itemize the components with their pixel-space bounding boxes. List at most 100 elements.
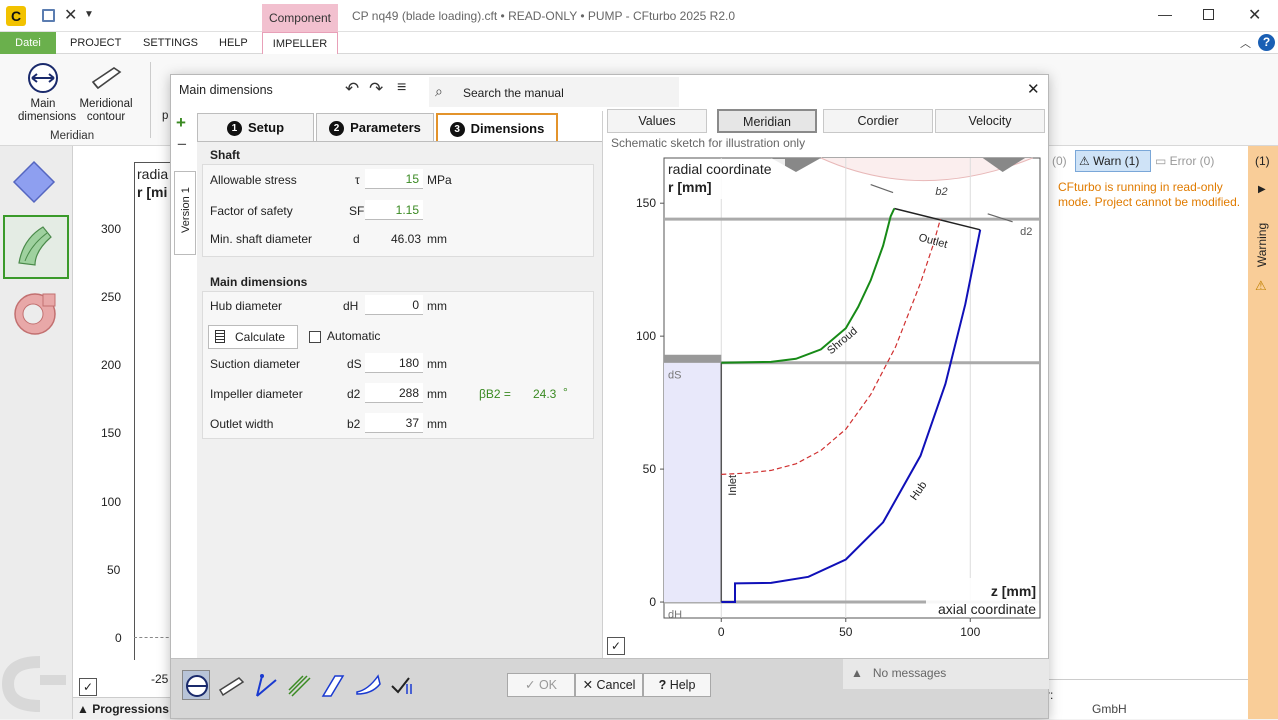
outlet-width-unit: mm [427,417,447,431]
bg-tick-50: 50 [107,563,121,577]
main-dimensions-button[interactable]: Main dimensions [10,62,76,124]
main-dimensions-tool[interactable] [182,670,210,700]
impeller-diameter-input[interactable]: 288 [365,383,423,403]
messages-label: No messages [872,666,947,680]
error-filter-label: Error (0) [1169,154,1215,168]
view-tab-meridian[interactable]: Meridian [717,109,817,133]
hub-diameter-unit: mm [427,299,447,313]
meridian-chart: b2d2OutletShroudHubInletdSdHradial coord… [636,157,1041,639]
volute-component-icon[interactable] [11,290,59,338]
undo-icon[interactable]: ↶ [345,79,359,99]
panel-splitter[interactable] [602,111,603,658]
model-finalization-tool[interactable] [389,670,417,700]
remove-version-icon[interactable]: − [177,135,187,155]
suction-diameter-symbol: dS [347,357,362,371]
view-tab-velocity[interactable]: Velocity [935,109,1045,133]
label-ds: dS [668,370,681,382]
cancel-button[interactable]: ✕ Cancel [575,673,643,697]
automatic-checkbox[interactable] [309,331,321,343]
beta-b2-label: βB2 = [479,387,511,401]
shaft-heading: Shaft [210,148,240,162]
context-tab-component[interactable]: Component [262,4,338,32]
inducer-component-icon[interactable] [12,160,56,204]
help-icon[interactable]: ? [1258,34,1275,51]
messages-strip[interactable]: ▲ No messages [843,659,1049,689]
close-file-icon[interactable]: ✕ [64,5,77,25]
meridional-contour-button[interactable]: Meridional contour [76,62,136,124]
factor-of-safety-input[interactable]: 1.15 [365,200,423,220]
help-button[interactable]: ? Help [643,673,711,697]
blade-properties-tool-icon [256,674,277,697]
blade-properties-tool[interactable] [252,670,280,700]
ok-button[interactable]: ✓ OK [507,673,575,697]
label-d2: d2 [1020,226,1032,238]
info-box-company: GmbH [1092,702,1127,716]
outlet-width-input[interactable]: 37 [365,413,423,433]
model-finalization-tool-icon [391,677,412,694]
app-logo-icon[interactable]: C [6,6,26,26]
menu-datei[interactable]: Datei [0,32,56,54]
maximize-icon[interactable] [1203,9,1214,20]
bg-tick-150: 150 [101,426,122,440]
chart-options-checkbox[interactable]: ✓ [607,637,625,655]
dialog-close-icon[interactable]: ✕ [1027,80,1040,98]
blade-edges-tool[interactable] [354,670,382,700]
expand-arrow-icon[interactable]: ▶ [1258,184,1266,195]
menu-project[interactable]: PROJECT [58,32,133,54]
calculate-label: Calculate [235,330,286,344]
view-tab-cordier[interactable]: Cordier [823,109,933,133]
warning-side-label: Warning [1255,222,1270,268]
dropdown-icon[interactable]: ▼ [84,9,94,20]
collapse-ribbon-icon[interactable]: ︿ [1240,35,1251,51]
bg-tick-0: 0 [115,631,122,645]
form-panel: Shaft Allowable stress τ 15 MPa Factor o… [197,142,602,658]
version-tab[interactable]: Version 1 [174,171,196,255]
progressions-tab[interactable]: ▲ Progressions [73,697,173,719]
allowable-stress-unit: MPa [427,173,452,187]
redo-icon[interactable]: ↷ [369,79,383,99]
meridional-contour-tool[interactable] [217,670,245,700]
suction-band [664,354,722,363]
close-window-icon[interactable]: ✕ [1248,5,1261,25]
menu-icon[interactable]: ≡ [397,79,406,97]
tab-setup[interactable]: 1 Setup [197,113,314,142]
main-dimensions-icon [28,63,58,93]
info-count[interactable]: (0) [1052,154,1067,168]
menu-impeller[interactable]: IMPELLER [262,32,338,54]
error-filter-button[interactable]: ▭ Error (0) [1155,154,1214,168]
tab-dimensions-label: Dimensions [470,121,545,136]
save-icon[interactable] [42,9,55,22]
tab-parameters[interactable]: 2 Parameters [316,113,434,142]
y-tick-label-150: 150 [636,196,656,210]
bg-checkbox-icon[interactable]: ✓ [79,678,97,696]
min-shaft-diameter-symbol: d [353,232,360,246]
blade-mean-lines-tool[interactable] [285,670,313,700]
bg-chart-title-1: radia [137,166,169,182]
beta-b2-value: 24.3 [533,387,557,401]
suction-diameter-input[interactable]: 180 [365,353,423,373]
tab-dimensions-number: 3 [449,122,465,137]
add-version-icon[interactable]: + [176,113,186,133]
impeller-component-item[interactable] [3,215,69,279]
impeller-meridian-icon [18,226,52,266]
min-shaft-diameter-label: Min. shaft diameter [210,232,313,246]
search-placeholder: Search the manual [463,86,564,100]
hub-diameter-input[interactable]: 0 [365,295,423,315]
meridional-contour-tool-icon [218,677,245,697]
bg-chart-title-2: r [mi [137,184,168,200]
blade-profiles-tool[interactable] [319,670,347,700]
meridional-contour-label: Meridional contour [79,98,133,123]
menu-bar: Datei PROJECT SETTINGS HELP IMPELLER ︿ ? [0,32,1278,54]
allowable-stress-input[interactable]: 15 [365,169,423,189]
tab-dimensions[interactable]: 3 Dimensions [436,113,558,142]
minimize-icon[interactable]: — [1158,6,1172,22]
menu-settings[interactable]: SETTINGS [131,32,210,54]
calculate-button[interactable]: Calculate [208,325,298,349]
search-manual-field[interactable]: ⌕ Search the manual [429,77,679,107]
view-tab-values[interactable]: Values [607,109,707,133]
menu-help[interactable]: HELP [207,32,260,54]
warning-side-panel[interactable]: (1) ▶ Warning ⚠ [1248,146,1278,719]
ylabel-line1: radial coordinate [668,161,772,177]
y-tick-label-50: 50 [643,462,657,476]
warn-filter-button[interactable]: ⚠ Warn (1) [1075,150,1151,172]
